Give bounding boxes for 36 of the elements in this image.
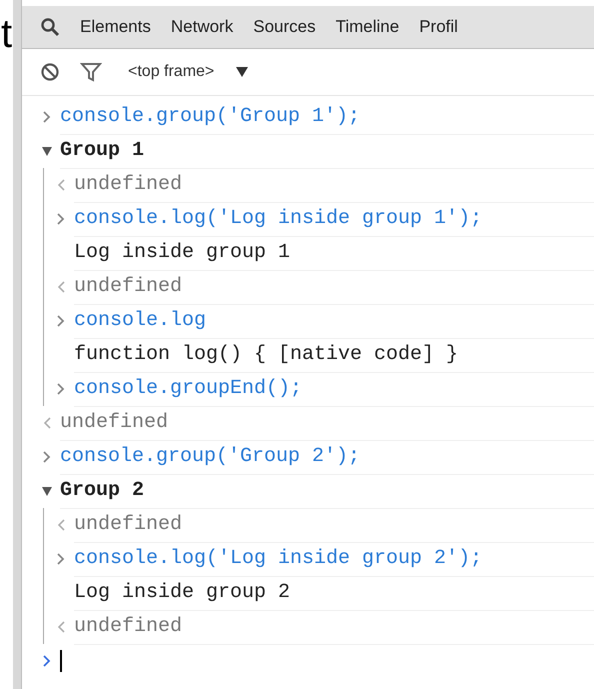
expanded-triangle-icon[interactable] (41, 485, 53, 497)
panel-tab[interactable]: Profil (419, 17, 458, 37)
panel-tab[interactable]: Sources (253, 17, 316, 37)
dropdown-triangle-icon (236, 67, 248, 77)
log-output: Log inside group 2 (74, 581, 290, 604)
chevron-icon (43, 111, 51, 123)
log-output: function log() { [native code] } (74, 343, 458, 366)
chevron-icon (57, 553, 65, 565)
command-text: console.group('Group 1'); (60, 105, 360, 128)
panel-tab[interactable]: Network (170, 17, 234, 37)
chevron-icon (57, 315, 65, 327)
panel-tab[interactable]: Elements (80, 17, 151, 37)
chevron-icon (43, 451, 51, 463)
return-value: undefined (74, 275, 182, 298)
background-letter: t (1, 14, 12, 54)
command-text: console.log('Log inside group 1'); (74, 207, 482, 230)
return-value: undefined (74, 513, 182, 536)
frame-dropdown[interactable]: <top frame> (122, 63, 248, 81)
chevron-icon (43, 655, 51, 667)
log-output: Log inside group 1 (74, 241, 290, 264)
search-icon[interactable] (40, 17, 60, 37)
panel-tab[interactable]: Timeline (336, 17, 400, 37)
filter-icon[interactable] (80, 62, 102, 82)
return-value: undefined (60, 411, 168, 434)
command-text: console.log (74, 309, 206, 332)
return-value: undefined (74, 615, 182, 638)
command-text: console.log('Log inside group 2'); (74, 547, 482, 570)
command-text: console.groupEnd(); (74, 377, 302, 400)
chevron-icon (57, 213, 65, 225)
command-text: console.group('Group 2'); (60, 445, 360, 468)
group-title: Group 1 (60, 139, 144, 162)
clear-console-icon[interactable] (40, 62, 60, 82)
expanded-triangle-icon[interactable] (41, 145, 53, 157)
group-title: Group 2 (60, 479, 144, 502)
return-value: undefined (74, 173, 182, 196)
chevron-icon (57, 383, 65, 395)
